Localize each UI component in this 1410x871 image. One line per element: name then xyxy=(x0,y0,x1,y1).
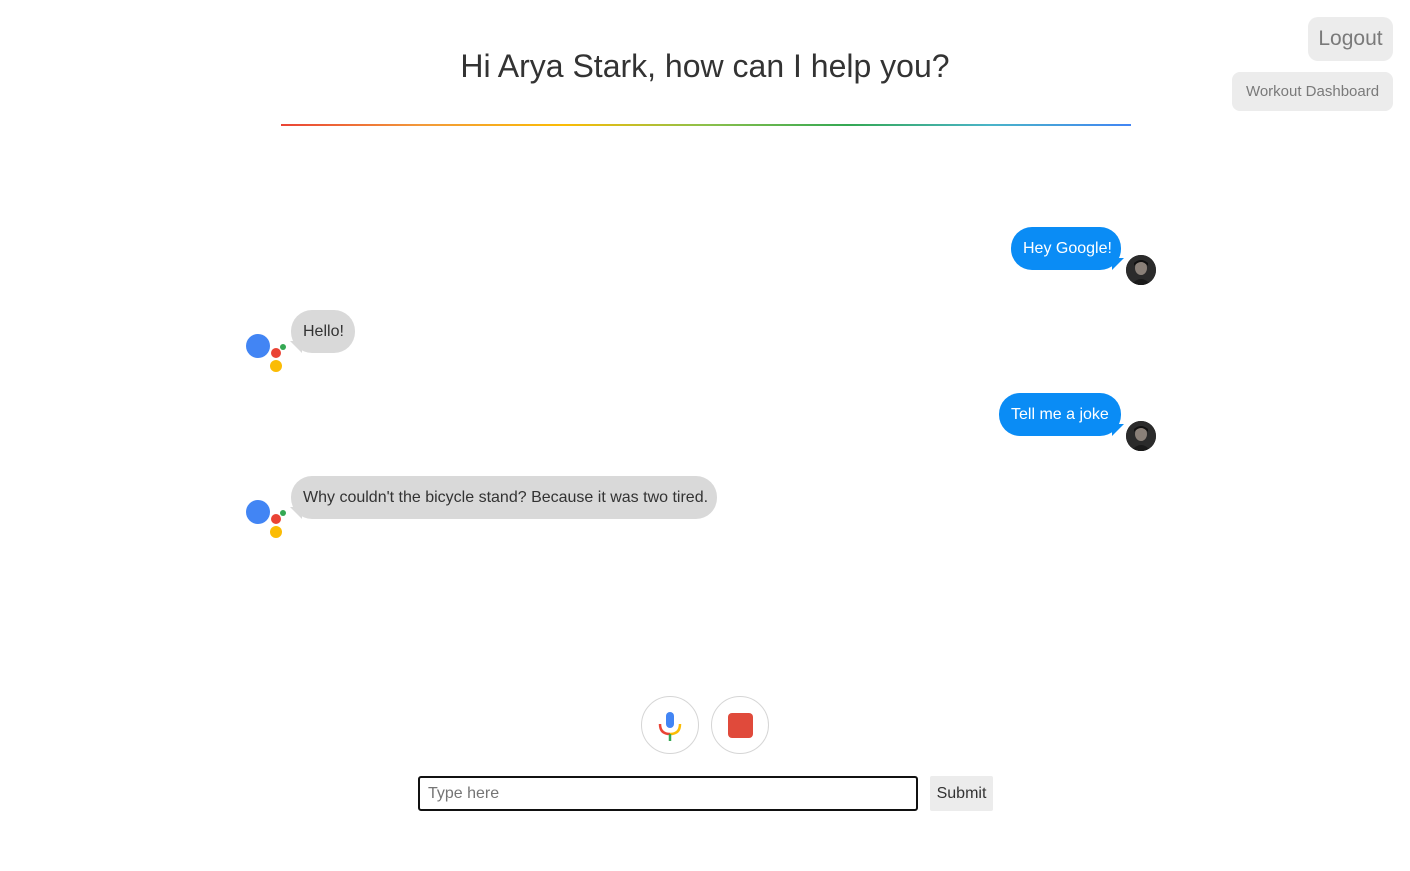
user-avatar xyxy=(1126,421,1156,451)
microphone-icon xyxy=(658,712,682,741)
stop-icon xyxy=(728,713,753,738)
rainbow-divider xyxy=(281,124,1131,126)
message-input[interactable] xyxy=(418,776,918,811)
assistant-message-bubble: Why couldn't the bicycle stand? Because … xyxy=(291,476,717,519)
assistant-page: Logout Workout Dashboard Hi Arya Stark, … xyxy=(0,0,1410,871)
user-message-bubble: Tell me a joke xyxy=(999,393,1121,436)
stop-button[interactable] xyxy=(711,696,769,754)
assistant-message-bubble: Hello! xyxy=(291,310,355,353)
user-bubble-tail xyxy=(1112,258,1124,270)
assistant-logo-icon xyxy=(244,499,286,539)
user-bubble-tail xyxy=(1112,424,1124,436)
greeting-title: Hi Arya Stark, how can I help you? xyxy=(460,48,950,84)
submit-button[interactable]: Submit xyxy=(930,776,993,811)
user-message-bubble: Hey Google! xyxy=(1011,227,1121,270)
user-avatar xyxy=(1126,255,1156,285)
assistant-logo-icon xyxy=(244,333,286,373)
microphone-button[interactable] xyxy=(641,696,699,754)
